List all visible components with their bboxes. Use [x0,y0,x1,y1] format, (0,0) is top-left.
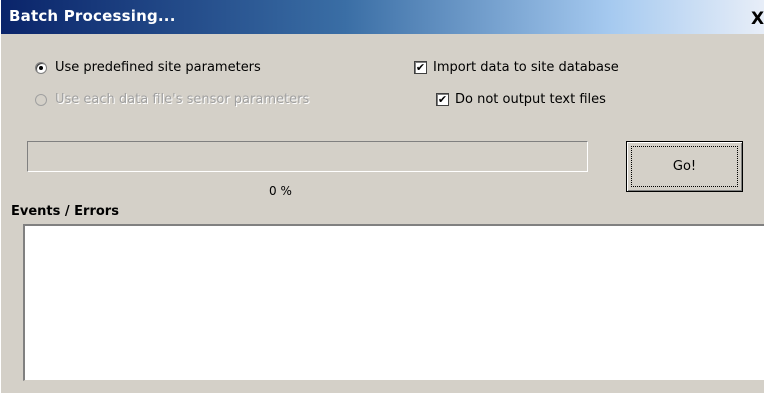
checkbox-checked-icon[interactable]: ✔ [436,93,449,106]
radio-selected-icon[interactable] [35,61,47,74]
title-bar[interactable]: Batch Processing... X [1,0,764,34]
events-errors-label: Events / Errors [11,204,119,219]
batch-processing-dialog: Batch Processing... X Use predefined sit… [0,0,764,393]
radio-predefined-site-parameters[interactable]: Use predefined site parameters [35,60,261,75]
checkbox-no-text-output[interactable]: ✔ Do not output text files [436,92,606,107]
close-icon[interactable]: X [751,10,764,28]
radio-sensor-parameters: Use each data file's sensor parameters [35,92,309,107]
events-errors-log[interactable] [23,224,764,381]
checkbox-no-text-label: Do not output text files [455,92,606,107]
focus-ring [631,146,738,187]
radio-predefined-label: Use predefined site parameters [55,60,261,75]
dialog-body: Use predefined site parameters Use each … [1,34,764,393]
go-button[interactable]: Go! [626,141,743,192]
checkbox-checked-icon[interactable]: ✔ [414,61,427,74]
radio-unselected-icon [35,93,47,106]
checkbox-import-data[interactable]: ✔ Import data to site database [414,60,619,75]
window-title: Batch Processing... [9,7,176,25]
progress-percent-text: 0 % [269,184,292,198]
progress-bar [27,141,588,172]
checkbox-import-label: Import data to site database [433,60,619,75]
radio-sensor-label: Use each data file's sensor parameters [55,92,310,107]
